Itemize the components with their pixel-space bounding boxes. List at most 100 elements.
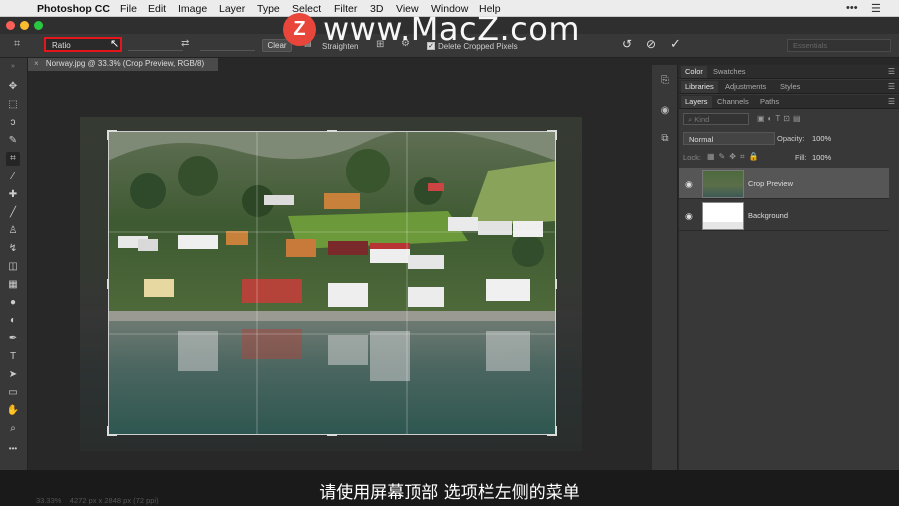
crop-handle-top-left-v[interactable]: [107, 130, 109, 140]
subtitle-bar: 33.33% 4272 px x 2848 px (72 ppi) 请使用屏幕顶…: [0, 470, 899, 506]
macz-logo: Z: [283, 13, 316, 46]
opacity-label: Opacity:: [777, 134, 805, 143]
fill-label: Fill:: [795, 153, 807, 162]
crop-tool-icon[interactable]: ⌗: [14, 38, 20, 51]
panel-menu-icon[interactable]: ☰: [888, 67, 895, 76]
edit-toolbar-icon[interactable]: •••: [6, 442, 20, 456]
libraries-panel-tabs: Libraries Adjustments Styles ☰: [679, 80, 899, 94]
tools-panel: » ✥ ⬚ ↄ ✎ ⌗ ⁄ ✚ ╱ ♙ ↯ ◫ ▦ ● ◐ ✒ T ➤ ▭ ✋ …: [0, 58, 28, 470]
layer-row-crop-preview[interactable]: ◉ Crop Preview: [679, 168, 889, 199]
marquee-tool-icon[interactable]: ⬚: [6, 98, 20, 112]
layer-thumbnail: [702, 202, 744, 230]
panel-dock-strip: ⎘ ◉ ⧉: [652, 65, 678, 470]
info-panel-icon[interactable]: ⧉: [657, 131, 673, 147]
color-panel-tabs: Color Swatches ☰: [679, 65, 899, 79]
tab-styles[interactable]: Styles: [780, 82, 800, 91]
tab-libraries[interactable]: Libraries: [681, 81, 718, 93]
panel-menu-icon[interactable]: ☰: [888, 97, 895, 106]
eraser-tool-icon[interactable]: ◫: [6, 260, 20, 274]
visibility-eye-icon[interactable]: ◉: [685, 211, 693, 222]
properties-panel-icon[interactable]: ◉: [657, 103, 673, 119]
clone-stamp-tool-icon[interactable]: ♙: [6, 224, 20, 238]
ratio-select-value: Ratio: [52, 41, 71, 50]
hand-tool-icon[interactable]: ✋: [6, 404, 20, 418]
tab-color[interactable]: Color: [681, 66, 707, 78]
eyedropper-tool-icon[interactable]: ⁄: [6, 170, 20, 184]
swap-icon[interactable]: ⇄: [181, 38, 189, 49]
mouse-pointer-icon: ↖: [110, 38, 120, 50]
blend-mode-value: Normal: [689, 135, 714, 144]
pen-tool-icon[interactable]: ✒: [6, 332, 20, 346]
watermark-text: www.MacZ.com: [323, 10, 580, 48]
tab-channels[interactable]: Channels: [717, 97, 749, 106]
gradient-tool-icon[interactable]: ▦: [6, 278, 20, 292]
layer-name: Crop Preview: [748, 179, 794, 188]
layers-panel-tabs: Layers Channels Paths ☰: [679, 95, 899, 109]
menu-type[interactable]: Type: [257, 3, 280, 15]
close-tab-icon[interactable]: ×: [34, 59, 39, 68]
tab-layers[interactable]: Layers: [681, 96, 712, 108]
visibility-eye-icon[interactable]: ◉: [685, 179, 693, 190]
panel-menu-icon[interactable]: ☰: [888, 82, 895, 91]
layer-thumbnail: [702, 170, 744, 198]
app-name-menu[interactable]: Photoshop CC: [37, 3, 110, 15]
crop-handle-bottom-right-v[interactable]: [555, 426, 557, 436]
opacity-value[interactable]: 100%: [812, 134, 831, 143]
dodge-tool-icon[interactable]: ◐: [6, 314, 20, 328]
lock-icons[interactable]: ▦✎✥⌗🔒: [707, 152, 762, 162]
path-select-tool-icon[interactable]: ➤: [6, 368, 20, 382]
menu-edit[interactable]: Edit: [148, 3, 166, 15]
document-tab[interactable]: × Norway.jpg @ 33.3% (Crop Preview, RGB/…: [28, 58, 218, 71]
tab-swatches[interactable]: Swatches: [713, 67, 746, 76]
document-tab-title: Norway.jpg @ 33.3% (Crop Preview, RGB/8): [45, 59, 205, 68]
layer-filter-icons[interactable]: ▣◐T⊡▤: [757, 114, 804, 123]
layer-filter-kind[interactable]: ⌕ Kind: [683, 113, 749, 125]
ratio-height-field[interactable]: [200, 39, 255, 51]
ratio-width-field[interactable]: [128, 39, 183, 51]
workspace-label: Essentials: [793, 41, 828, 50]
list-icon[interactable]: ☰: [871, 2, 881, 15]
crop-handle-right[interactable]: [555, 279, 557, 289]
crop-preview-image[interactable]: [108, 131, 556, 435]
history-panel-icon[interactable]: ⎘: [657, 73, 673, 89]
close-window-button[interactable]: [6, 21, 15, 30]
crop-handle-top-right-v[interactable]: [555, 130, 557, 140]
norway-photo: [108, 131, 556, 435]
lock-label: Lock:: [683, 153, 701, 162]
blur-tool-icon[interactable]: ●: [6, 296, 20, 310]
crop-handle-top[interactable]: [327, 130, 337, 132]
quick-select-tool-icon[interactable]: ✎: [6, 134, 20, 148]
lasso-tool-icon[interactable]: ↄ: [6, 116, 20, 130]
reset-icon[interactable]: ↺: [622, 37, 632, 51]
zoom-tool-icon[interactable]: ⌕: [6, 422, 20, 436]
healing-brush-tool-icon[interactable]: ✚: [6, 188, 20, 202]
layer-name: Background: [748, 211, 789, 220]
move-tool-icon[interactable]: ✥: [6, 80, 20, 94]
photoshop-screen: Photoshop CC File Edit Image Layer Type …: [0, 0, 899, 506]
crop-handle-bottom-left-v[interactable]: [107, 426, 109, 436]
zoom-window-button[interactable]: [34, 21, 43, 30]
crop-tool-icon-active[interactable]: ⌗: [6, 152, 20, 166]
menu-layer[interactable]: Layer: [219, 3, 245, 15]
crop-handle-bottom[interactable]: [327, 434, 337, 436]
rectangle-tool-icon[interactable]: ▭: [6, 386, 20, 400]
type-tool-icon[interactable]: T: [6, 350, 20, 364]
minimize-window-button[interactable]: [20, 21, 29, 30]
more-icon[interactable]: •••: [846, 2, 858, 14]
blend-mode-select[interactable]: Normal: [683, 132, 775, 145]
fill-value[interactable]: 100%: [812, 153, 831, 162]
menu-file[interactable]: File: [120, 3, 137, 15]
brush-tool-icon[interactable]: ╱: [6, 206, 20, 220]
right-panels: Color Swatches ☰ Libraries Adjustments S…: [679, 65, 899, 470]
commit-check-icon[interactable]: ✓: [670, 36, 681, 52]
tab-paths[interactable]: Paths: [760, 97, 779, 106]
tab-adjustments[interactable]: Adjustments: [725, 82, 766, 91]
workspace-select[interactable]: Essentials: [787, 39, 891, 52]
history-brush-tool-icon[interactable]: ↯: [6, 242, 20, 256]
cancel-icon[interactable]: ⊘: [646, 37, 656, 51]
menu-image[interactable]: Image: [178, 3, 207, 15]
layer-row-background[interactable]: ◉ Background: [679, 200, 889, 231]
crop-handle-left[interactable]: [107, 279, 109, 289]
video-subtitle: 请使用屏幕顶部 选项栏左侧的菜单: [319, 483, 580, 503]
toolbar-collapse-icon[interactable]: »: [6, 60, 20, 74]
